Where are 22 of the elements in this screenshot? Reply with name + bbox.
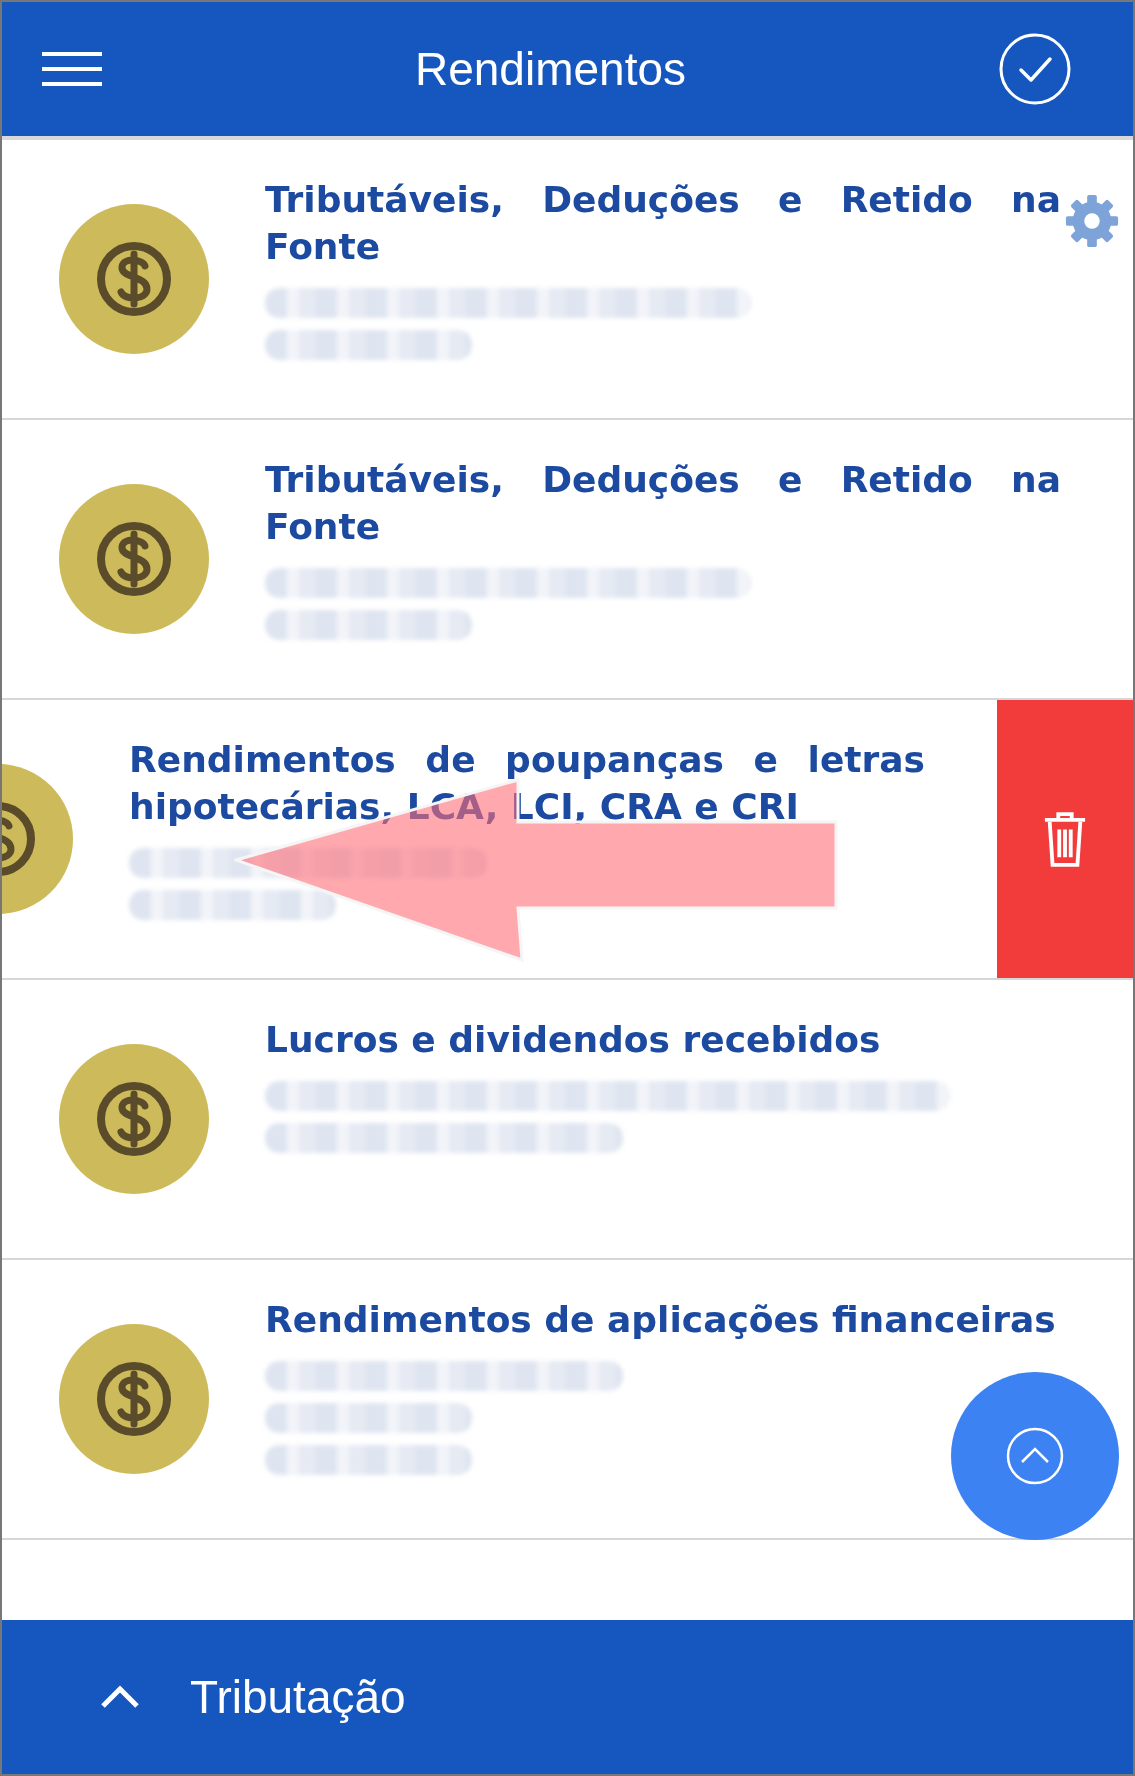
chevron-up-icon [1005,1426,1065,1486]
item-title: Rendimentos de aplicações financeiras [265,1298,1057,1342]
trash-icon [1043,809,1087,869]
confirm-icon[interactable] [999,33,1071,105]
dollar-coin-icon [58,1324,209,1474]
dollar-coin-icon [58,1044,209,1194]
item-title: Tributáveis, Deduções e Retido na Fonte [265,178,1061,269]
dollar-coin-icon [58,204,209,354]
list-item[interactable]: Rendimentos de aplicações financeiras [2,1260,1133,1538]
item-title: Lucros e dividendos recebidos [265,1018,882,1062]
bottom-bar-label: Tributação [190,1670,406,1724]
item-title: Tributáveis, Deduções e Retido na Fonte [265,458,1061,549]
settings-icon[interactable] [1063,192,1121,250]
list-item[interactable]: Tributáveis, Deduções e Retido na Fonte [2,420,1133,698]
delete-button[interactable] [997,700,1133,978]
bottom-bar[interactable]: Tributação [2,1620,1133,1774]
list-item[interactable]: Lucros e dividendos recebidos [2,980,1133,1258]
dollar-coin-icon [58,484,209,634]
list-item[interactable]: Tributáveis, Deduções e Retido na Fonte [2,140,1133,418]
caret-icon [100,1685,140,1709]
menu-icon[interactable] [42,52,102,86]
screen-title: Rendimentos [414,42,686,96]
